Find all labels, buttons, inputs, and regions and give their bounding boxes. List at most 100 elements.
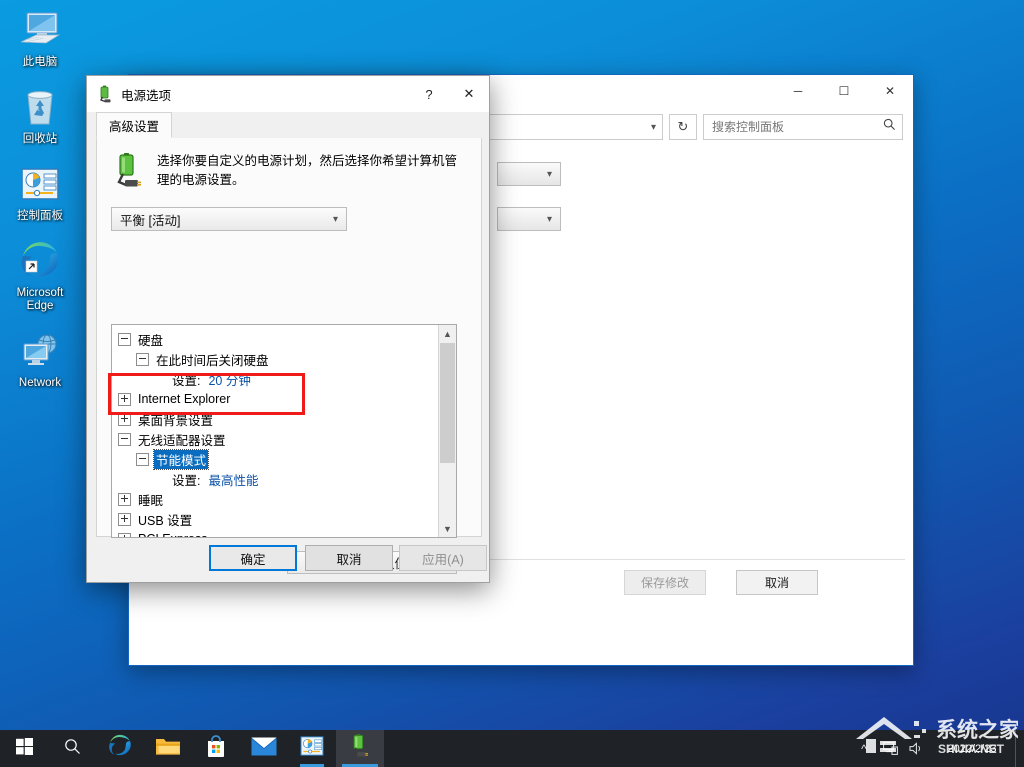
- tree-scrollbar[interactable]: ▲ ▼: [438, 325, 456, 537]
- desktop-icon-label: 回收站: [0, 133, 80, 146]
- expander-minus-icon[interactable]: [136, 353, 149, 366]
- file-explorer-button[interactable]: [144, 730, 192, 767]
- search-box[interactable]: [703, 114, 903, 140]
- tab-strip: 高级设置: [96, 112, 482, 139]
- control-panel-icon: [299, 735, 325, 762]
- apply-button[interactable]: 应用(A): [399, 545, 487, 571]
- power-options-icon: [96, 85, 114, 103]
- network-icon[interactable]: [877, 730, 903, 767]
- dialog-title: 电源选项: [121, 85, 409, 104]
- tree-item-label: 硬盘: [136, 330, 165, 349]
- search-button[interactable]: [48, 730, 96, 767]
- chevron-down-icon: ▾: [547, 169, 552, 180]
- advanced-settings-tree[interactable]: 硬盘 在此时间后关闭硬盘 设置: 20 分钟 Internet E: [111, 324, 457, 538]
- power-options-dialog[interactable]: 电源选项 ? ✕ 高级设置: [86, 75, 490, 583]
- desktop-icon-microsoft-edge[interactable]: Microsoft Edge: [0, 237, 80, 313]
- tree-item-label: USB 设置: [136, 510, 194, 529]
- taskbar-power-options-button[interactable]: [336, 730, 384, 767]
- clock[interactable]: 2022/2/23: [929, 730, 1015, 767]
- speaker-icon[interactable]: [903, 730, 929, 767]
- tab-page: 选择你要自定义的电源计划，然后选择你希望计算机管理的电源设置。 平衡 [活动] …: [96, 138, 482, 537]
- ok-button[interactable]: 确定: [209, 545, 297, 571]
- chevron-down-icon[interactable]: ▾: [651, 122, 656, 133]
- expander-minus-icon[interactable]: [136, 453, 149, 466]
- power-options-icon: [348, 733, 372, 764]
- help-button[interactable]: ?: [409, 76, 449, 112]
- refresh-button[interactable]: ↻: [669, 114, 697, 140]
- microsoft-store-button[interactable]: [192, 730, 240, 767]
- tree-item-setting-hard-disk[interactable]: 设置: 20 分钟: [112, 369, 438, 389]
- battery-plug-icon: [111, 152, 149, 195]
- cancel-button[interactable]: 取消: [736, 570, 818, 595]
- content-combo-2[interactable]: ▾: [497, 207, 561, 231]
- network-icon: [0, 327, 80, 375]
- desktop-icon-label: Network: [0, 377, 80, 390]
- desktop-icon-network[interactable]: Network: [0, 327, 80, 390]
- tree-item-internet-explorer[interactable]: Internet Explorer: [112, 389, 438, 409]
- control-panel-icon: [0, 160, 80, 208]
- scroll-up-icon[interactable]: ▲: [439, 325, 456, 342]
- microsoft-edge-icon: [107, 733, 133, 764]
- tree-item-power-saving-mode[interactable]: 节能模式: [112, 449, 438, 469]
- power-plan-value: 平衡 [活动]: [120, 210, 333, 229]
- tree-item-turn-off-hard-disk[interactable]: 在此时间后关闭硬盘: [112, 349, 438, 369]
- refresh-icon: ↻: [678, 119, 689, 135]
- tree-item-sleep[interactable]: 睡眠: [112, 489, 438, 509]
- maximize-button[interactable]: ☐: [821, 75, 867, 107]
- tree-items[interactable]: 硬盘 在此时间后关闭硬盘 设置: 20 分钟 Internet E: [112, 325, 438, 537]
- scroll-down-icon[interactable]: ▼: [439, 520, 456, 537]
- chevron-up-icon[interactable]: ^: [851, 730, 877, 767]
- expander-minus-icon[interactable]: [118, 433, 131, 446]
- tree-item-label: 在此时间后关闭硬盘: [154, 350, 271, 369]
- expander-minus-icon[interactable]: [118, 333, 131, 346]
- search-icon: [64, 738, 81, 760]
- expander-plus-icon[interactable]: [118, 493, 131, 506]
- show-desktop-button[interactable]: [1015, 730, 1024, 767]
- tab-advanced-settings[interactable]: 高级设置: [96, 112, 172, 138]
- windows-logo-icon: [16, 738, 33, 760]
- desktop-icon-label: 控制面板: [0, 210, 80, 223]
- expander-plus-icon[interactable]: [118, 533, 131, 538]
- recycle-bin-icon: [0, 83, 80, 131]
- mail-button[interactable]: [240, 730, 288, 767]
- folder-icon: [155, 735, 181, 762]
- close-button[interactable]: ✕: [867, 75, 913, 107]
- scrollbar-thumb[interactable]: [440, 343, 455, 463]
- desktop-icon-recycle-bin[interactable]: 回收站: [0, 83, 80, 146]
- desktop-icon-control-panel[interactable]: 控制面板: [0, 160, 80, 223]
- tree-item-usb-settings[interactable]: USB 设置: [112, 509, 438, 529]
- tree-item-label: 设置:: [170, 470, 202, 489]
- close-button[interactable]: ✕: [449, 76, 489, 112]
- tree-item-value[interactable]: 20 分钟: [206, 370, 252, 389]
- tree-item-label: 节能模式: [154, 450, 208, 469]
- taskbar-edge-button[interactable]: [96, 730, 144, 767]
- tree-item-desktop-background[interactable]: 桌面背景设置: [112, 409, 438, 429]
- tree-item-label: Internet Explorer: [136, 392, 232, 406]
- dialog-info: 选择你要自定义的电源计划，然后选择你希望计算机管理的电源设置。: [97, 138, 481, 199]
- save-changes-button[interactable]: 保存修改: [624, 570, 706, 595]
- search-input[interactable]: [710, 119, 883, 135]
- power-plan-combobox[interactable]: 平衡 [活动] ▾: [111, 207, 347, 231]
- desktop-icon-this-pc[interactable]: 此电脑: [0, 6, 80, 69]
- tree-item-wireless-adapter-settings[interactable]: 无线适配器设置: [112, 429, 438, 449]
- mail-envelope-icon: [251, 737, 277, 761]
- tree-item-setting-wireless[interactable]: 设置: 最高性能: [112, 469, 438, 489]
- tree-item-hard-disk[interactable]: 硬盘: [112, 329, 438, 349]
- expander-plus-icon[interactable]: [118, 513, 131, 526]
- taskbar: ^ 2022/2/23: [0, 730, 1024, 767]
- tree-item-pci-express[interactable]: PCI Express: [112, 529, 438, 537]
- start-button[interactable]: [0, 730, 48, 767]
- expander-plus-icon[interactable]: [118, 393, 131, 406]
- tree-item-value[interactable]: 最高性能: [206, 470, 260, 489]
- minimize-button[interactable]: ─: [775, 75, 821, 107]
- expander-plus-icon[interactable]: [118, 413, 131, 426]
- tree-item-label: 设置:: [170, 370, 202, 389]
- microsoft-edge-icon: [0, 237, 80, 285]
- cancel-button[interactable]: 取消: [305, 545, 393, 571]
- content-combo-1[interactable]: ▾: [497, 162, 561, 186]
- desktop-icon-list: 此电脑 回收站: [0, 6, 80, 404]
- desktop-icon-label: Microsoft Edge: [0, 287, 80, 313]
- dialog-info-text: 选择你要自定义的电源计划，然后选择你希望计算机管理的电源设置。: [149, 152, 469, 190]
- store-bag-icon: [204, 734, 228, 763]
- taskbar-control-panel-button[interactable]: [288, 730, 336, 767]
